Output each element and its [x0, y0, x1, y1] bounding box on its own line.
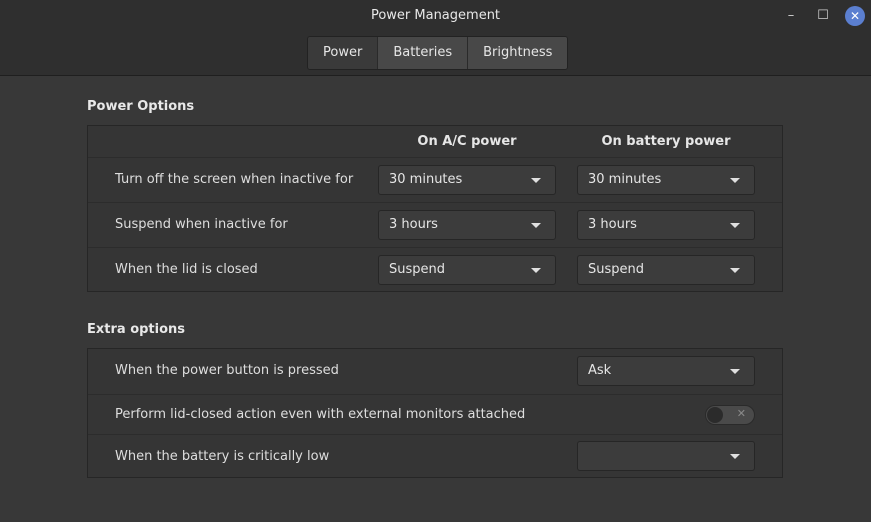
suspend-battery-dropdown[interactable]: 3 hours [577, 210, 755, 240]
lid-external-monitors-label: Perform lid-closed action even with exte… [115, 407, 526, 422]
battery-critical-dropdown[interactable] [577, 441, 755, 471]
titlebar: Power Management – ☐ ✕ Power Batteries B… [0, 0, 871, 76]
screen-off-ac-dropdown[interactable]: 30 minutes [378, 165, 556, 195]
row-suspend: Suspend when inactive for 3 hours 3 hour… [88, 202, 782, 247]
row-lid-closed: When the lid is closed Suspend Suspend [88, 247, 782, 291]
minimize-button[interactable]: – [781, 6, 801, 26]
close-icon: ✕ [736, 407, 746, 420]
power-options-heading: Power Options [87, 99, 195, 114]
row-power-button: When the power button is pressed Ask [88, 349, 782, 394]
tab-power[interactable]: Power [308, 37, 378, 69]
power-button-dropdown[interactable]: Ask [577, 356, 755, 386]
column-header-battery: On battery power [601, 134, 731, 149]
tab-batteries[interactable]: Batteries [377, 37, 468, 69]
chevron-down-icon [531, 223, 541, 228]
row-lid-external-monitors: Perform lid-closed action even with exte… [88, 394, 782, 434]
screen-off-label: Turn off the screen when inactive for [115, 172, 354, 187]
dropdown-value: Suspend [389, 262, 446, 277]
extra-options-heading: Extra options [87, 322, 186, 337]
tab-bar: Power Batteries Brightness [307, 36, 569, 70]
tab-brightness[interactable]: Brightness [467, 37, 568, 69]
dropdown-value: 30 minutes [389, 172, 463, 187]
chevron-down-icon [730, 454, 740, 459]
power-button-label: When the power button is pressed [115, 363, 339, 378]
dropdown-value: 3 hours [588, 217, 637, 232]
dropdown-value: Suspend [588, 262, 645, 277]
lid-closed-battery-dropdown[interactable]: Suspend [577, 255, 755, 285]
extra-options-panel: When the power button is pressed Ask Per… [87, 348, 783, 478]
suspend-label: Suspend when inactive for [115, 217, 288, 232]
chevron-down-icon [730, 369, 740, 374]
chevron-down-icon [730, 178, 740, 183]
window-title: Power Management [370, 8, 501, 23]
maximize-button[interactable]: ☐ [813, 6, 833, 26]
lid-closed-ac-dropdown[interactable]: Suspend [378, 255, 556, 285]
lid-closed-label: When the lid is closed [115, 262, 258, 277]
toggle-knob [707, 407, 723, 423]
dropdown-value: 30 minutes [588, 172, 662, 187]
lid-external-monitors-toggle[interactable]: ✕ [705, 405, 755, 425]
row-battery-critical: When the battery is critically low [88, 434, 782, 477]
power-options-header-row: On A/C power On battery power [88, 126, 782, 157]
chevron-down-icon [730, 223, 740, 228]
dropdown-value: Ask [588, 363, 612, 378]
chevron-down-icon [730, 268, 740, 273]
chevron-down-icon [531, 178, 541, 183]
screen-off-battery-dropdown[interactable]: 30 minutes [577, 165, 755, 195]
row-screen-off: Turn off the screen when inactive for 30… [88, 157, 782, 202]
suspend-ac-dropdown[interactable]: 3 hours [378, 210, 556, 240]
chevron-down-icon [531, 268, 541, 273]
column-header-ac: On A/C power [417, 134, 517, 149]
power-management-window: Power Management – ☐ ✕ Power Batteries B… [0, 0, 871, 522]
power-options-panel: On A/C power On battery power Turn off t… [87, 125, 783, 292]
battery-critical-label: When the battery is critically low [115, 449, 330, 464]
dropdown-value: 3 hours [389, 217, 438, 232]
close-button[interactable]: ✕ [845, 6, 865, 26]
